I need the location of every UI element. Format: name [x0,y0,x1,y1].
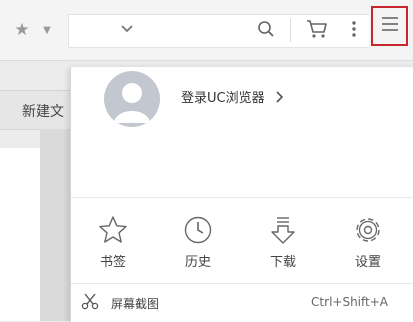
toolbar-divider [290,18,291,42]
bookmark-star-icon[interactable]: ★ [12,20,32,40]
downloads-button[interactable]: 下载 [253,215,313,271]
user-avatar-icon[interactable] [104,71,160,127]
history-clock-icon [168,215,228,245]
chevron-right-icon [275,90,285,104]
cart-icon[interactable] [305,17,329,41]
bookmarks-button[interactable]: 书签 [83,215,143,271]
browser-toolbar: ★ ▼ [0,0,413,61]
menu-divider [71,197,413,198]
document-page [0,148,41,321]
new-document-tab[interactable]: 新建文 [22,101,64,121]
browser-main-menu: 登录UC浏览器 书签 历史 下载 设置 屏幕截图 Ctrl+Shift+A [70,66,413,322]
more-vertical-icon[interactable] [348,17,360,41]
history-label: 历史 [184,255,211,270]
scissors-icon [81,292,99,310]
settings-button[interactable]: 设置 [338,215,398,271]
settings-gear-icon [338,215,398,245]
main-menu-button[interactable] [371,6,408,46]
menu-divider [71,283,413,284]
bookmarks-label: 书签 [99,255,126,270]
login-label: 登录UC浏览器 [181,91,265,106]
downloads-label: 下载 [269,255,296,270]
download-icon [253,215,313,245]
search-icon[interactable] [255,18,277,40]
document-margin [40,129,70,321]
screenshot-label: 屏幕截图 [111,297,160,311]
login-link[interactable]: 登录UC浏览器 [181,87,285,106]
address-dropdown-chevron-icon[interactable] [118,20,136,38]
screenshot-menu-item[interactable]: 屏幕截图 Ctrl+Shift+A [71,287,413,319]
hamburger-menu-icon [380,15,400,37]
screenshot-shortcut: Ctrl+Shift+A [311,295,388,309]
star-dropdown-caret-icon[interactable]: ▼ [40,22,54,38]
settings-label: 设置 [354,255,381,270]
bookmark-star-icon [83,215,143,245]
history-button[interactable]: 历史 [168,215,228,271]
